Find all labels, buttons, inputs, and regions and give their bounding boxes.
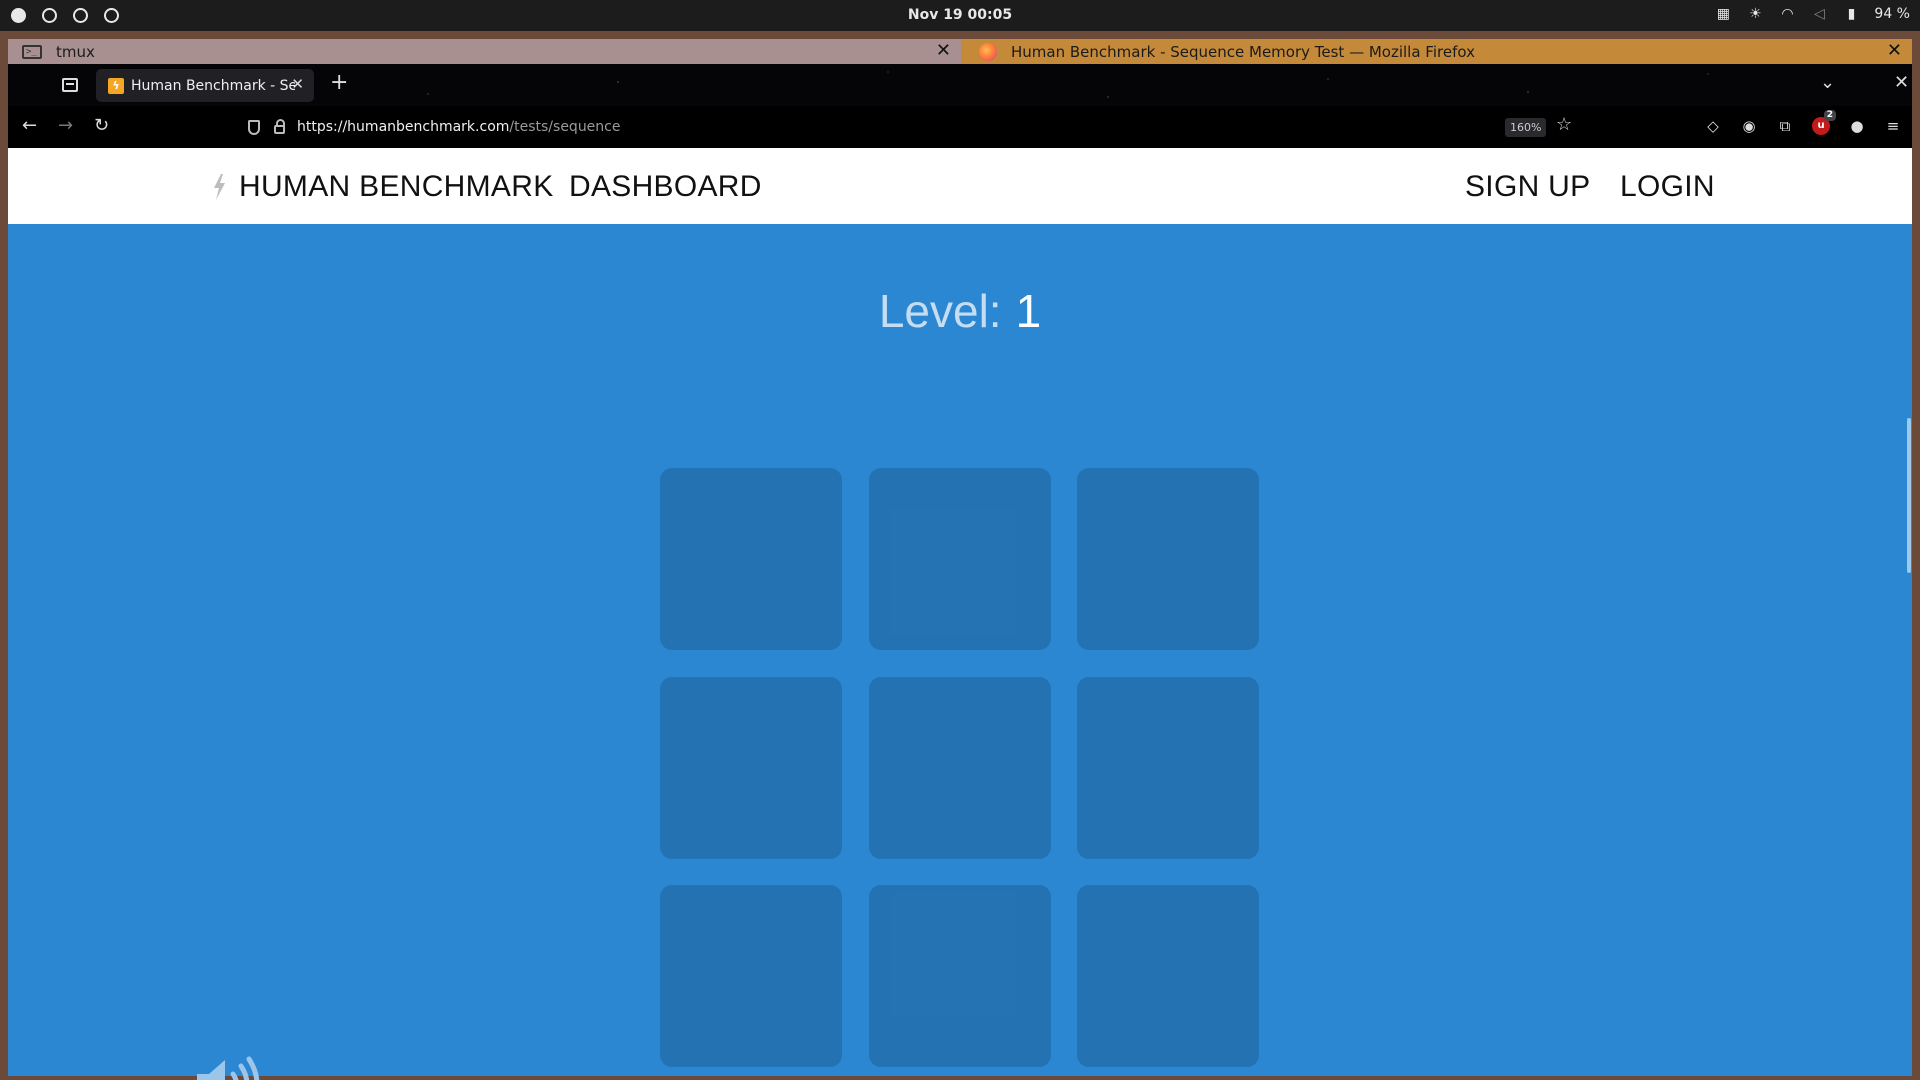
padlock-icon[interactable] [274,119,285,134]
list-all-tabs-chevron-icon[interactable]: ⌄ [1820,72,1835,93]
bookmark-star-icon[interactable]: ☆ [1556,114,1572,135]
toolbar-extensions: ◇ ◉ ⧉ u2 ● ≡ [1704,110,1902,135]
level-label: Level: [878,285,1002,337]
back-arrow-icon[interactable]: ← [22,115,37,136]
url-host: https://humanbenchmark.com [297,119,510,135]
battery-icon[interactable]: ▮ [1842,6,1860,22]
grid-square-2[interactable] [869,468,1051,650]
grid-square-9[interactable] [1077,885,1259,1067]
ublock-count-badge: 2 [1823,110,1836,121]
reload-icon[interactable]: ↻ [94,115,109,136]
close-icon[interactable]: ✕ [1887,40,1902,61]
browser-tab-bar: ϟ Human Benchmark - Sequence Memory Test… [8,64,1912,106]
terminal-icon: >_ [22,44,42,59]
system-top-bar: Nov 19 00:05 ▦ ☀ ◠ ◁ ▮ 94 % [0,0,1920,31]
site-header: HUMAN BENCHMARK DASHBOARD SIGN UP LOGIN [8,148,1912,224]
firefox-view-icon[interactable] [62,78,78,92]
new-tab-button[interactable]: + [330,70,348,95]
pocket-icon[interactable]: ◇ [1704,117,1722,135]
battery-percent: 94 % [1874,6,1910,22]
lightning-bolt-icon [214,174,225,200]
navigation-toolbar: ← → ↻ https://humanbenchmark.com/tests/s… [8,106,1912,148]
profile-icon[interactable]: ● [1848,117,1866,135]
scrollbar-thumb[interactable] [1907,418,1911,573]
grid-square-4[interactable] [660,677,842,859]
extensions-puzzle-icon[interactable]: ⧉ [1776,117,1794,135]
level-value: 1 [1015,285,1042,337]
forward-arrow-icon[interactable]: → [58,115,73,136]
system-tray[interactable]: ▦ ☀ ◠ ◁ ▮ 94 % [1714,6,1910,22]
firefox-icon [979,42,997,61]
close-icon[interactable]: ✕ [936,40,951,61]
brand-home-link[interactable]: HUMAN BENCHMARK [239,170,554,204]
url-text[interactable]: https://humanbenchmark.com/tests/sequenc… [297,119,620,135]
level-indicator: Level: 1 [8,284,1912,338]
browser-tab-active[interactable]: ϟ Human Benchmark - Sequence Memory Test… [96,69,314,102]
grid-square-7[interactable] [660,885,842,1067]
window-title-strip: >_ tmux ✕ Human Benchmark - Sequence Mem… [8,39,1912,64]
url-path: /tests/sequence [509,119,621,135]
ublock-origin-icon[interactable]: u2 [1812,110,1836,135]
lightning-favicon-icon: ϟ [108,77,124,94]
account-icon[interactable]: ◉ [1740,117,1758,135]
grid-square-5[interactable] [869,677,1051,859]
tracking-protection-shield-icon[interactable] [248,119,260,135]
sign-up-link[interactable]: SIGN UP [1465,170,1590,204]
wifi-icon[interactable]: ◠ [1778,6,1796,22]
grid-square-1[interactable] [660,468,842,650]
brightness-icon[interactable]: ☀ [1746,6,1764,22]
speaker-sound-icon[interactable] [193,1054,263,1080]
login-link[interactable]: LOGIN [1620,170,1715,204]
web-page: HUMAN BENCHMARK DASHBOARD SIGN UP LOGIN … [8,148,1912,1080]
window-close-icon[interactable]: ✕ [1894,72,1909,93]
page-scrollbar[interactable] [1906,148,1912,1076]
grid-square-8[interactable] [869,885,1051,1067]
grid-square-6[interactable] [1077,677,1259,859]
tmux-window-tab[interactable]: >_ tmux ✕ [8,39,961,64]
tmux-window-title: tmux [56,42,95,61]
close-tab-icon[interactable]: ✕ [291,75,304,93]
firefox-window: ϟ Human Benchmark - Sequence Memory Test… [8,64,1912,1080]
volume-muted-icon[interactable]: ◁ [1810,6,1828,22]
grid-square-3[interactable] [1077,468,1259,650]
firefox-window-tab[interactable]: Human Benchmark - Sequence Memory Test —… [961,39,1912,64]
address-bar[interactable]: https://humanbenchmark.com/tests/sequenc… [240,111,1580,143]
keyboard-layout-icon[interactable]: ▦ [1714,6,1732,22]
hamburger-menu-icon[interactable]: ≡ [1884,117,1902,135]
dashboard-link[interactable]: DASHBOARD [569,170,762,204]
firefox-window-title: Human Benchmark - Sequence Memory Test —… [1011,42,1475,61]
system-clock[interactable]: Nov 19 00:05 [0,7,1920,23]
tab-title: Human Benchmark - Sequence Memory Test [131,77,295,94]
zoom-level-button[interactable]: 160% [1505,118,1547,137]
